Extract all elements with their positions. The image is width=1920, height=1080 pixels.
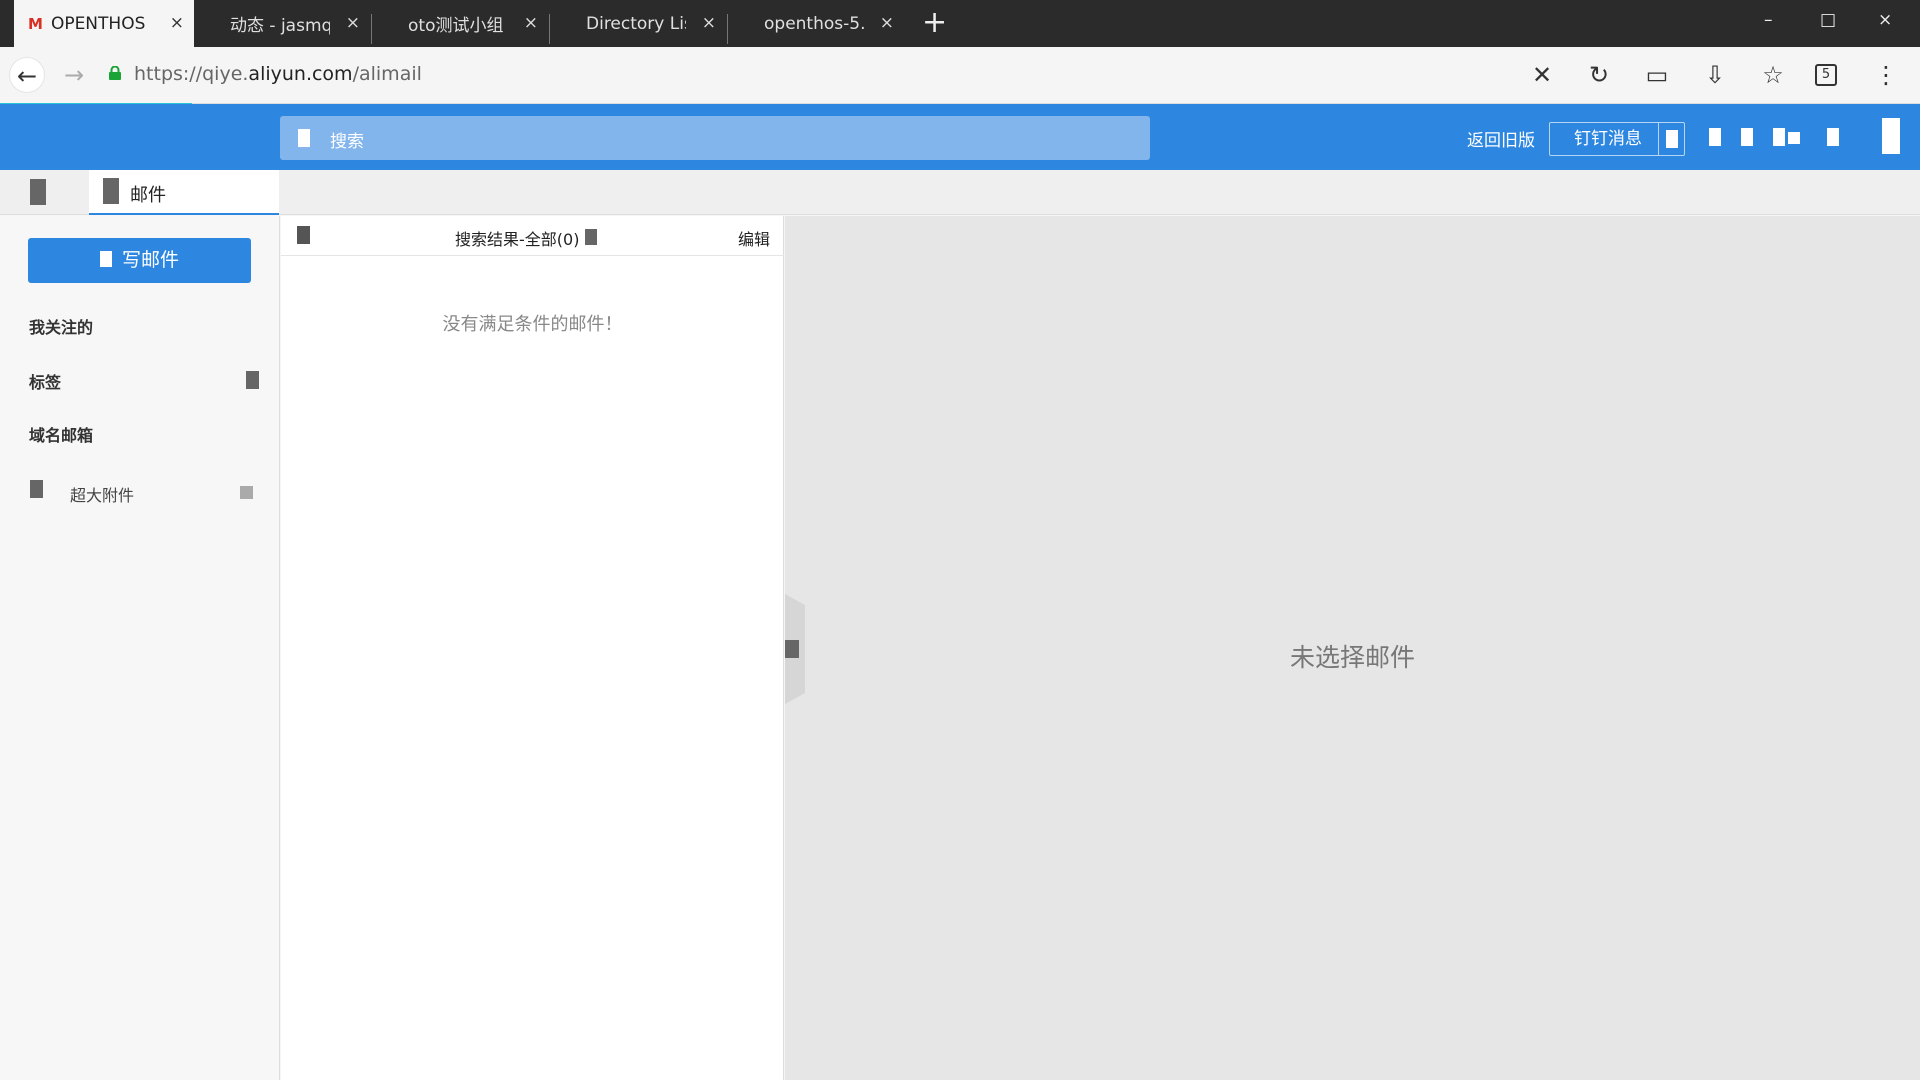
header-settings-icon[interactable] bbox=[1773, 128, 1785, 146]
user-avatar[interactable] bbox=[1882, 118, 1900, 154]
tab-title: openthos-5.1 bbox=[764, 13, 864, 34]
tab-count-icon[interactable]: 5 bbox=[1815, 64, 1837, 86]
add-tag-icon[interactable] bbox=[246, 371, 259, 389]
address-bar: ← → https://qiye.aliyun.com/alimail ✕ ↻ … bbox=[0, 47, 1920, 104]
attachment-icon bbox=[30, 480, 43, 498]
header-notification-icon[interactable] bbox=[1741, 128, 1753, 146]
mail-sidebar: 写邮件 我关注的 标签 域名邮箱 超大附件 bbox=[0, 216, 280, 1080]
minimize-icon[interactable]: – bbox=[1764, 10, 1773, 30]
sidebar-item-tags[interactable]: 标签 bbox=[29, 369, 61, 393]
reload-icon[interactable]: ↻ bbox=[1584, 61, 1614, 89]
dingtalk-label: 钉钉消息 bbox=[1574, 129, 1642, 149]
browser-tab-oto[interactable]: oto测试小组 × bbox=[394, 0, 548, 47]
maximize-icon[interactable]: □ bbox=[1820, 10, 1836, 30]
no-mail-selected-message: 未选择邮件 bbox=[1289, 643, 1415, 672]
dingtalk-dropdown[interactable] bbox=[1658, 123, 1684, 155]
cast-desktop-icon[interactable]: ▭ bbox=[1642, 61, 1672, 89]
app-tab-row: 邮件 bbox=[0, 170, 1920, 215]
back-arrow-icon[interactable]: ← bbox=[9, 57, 45, 93]
compose-icon bbox=[99, 251, 112, 267]
forward-arrow-icon[interactable]: → bbox=[56, 57, 92, 93]
browser-tab-openthos[interactable]: M OPENTHOS × bbox=[14, 0, 194, 47]
tab-close-icon[interactable]: × bbox=[524, 13, 538, 33]
back-to-old-version-link[interactable]: 返回旧版 bbox=[1467, 126, 1535, 151]
mail-list-header: 搜索结果-全部(0) 编辑 bbox=[281, 216, 784, 256]
lock-icon bbox=[109, 66, 121, 80]
window-close-icon[interactable]: × bbox=[1878, 10, 1892, 30]
url-domain: aliyun.com bbox=[248, 63, 353, 85]
tab-title: oto测试小组 bbox=[408, 16, 504, 36]
url-prefix: https://qiye. bbox=[134, 63, 249, 85]
url-field[interactable]: https://qiye.aliyun.com/alimail bbox=[134, 63, 422, 85]
tab-title: Directory Lis bbox=[586, 13, 686, 34]
download-icon[interactable]: ⇩ bbox=[1700, 61, 1730, 89]
tab-close-icon[interactable]: × bbox=[880, 13, 894, 33]
app-header: 搜索 返回旧版 钉钉消息 bbox=[0, 104, 1920, 170]
compose-button[interactable]: 写邮件 bbox=[28, 238, 251, 283]
browser-tab-directory[interactable]: Directory Lis × bbox=[572, 0, 726, 47]
sidebar-item-domain-mailbox[interactable]: 域名邮箱 bbox=[29, 422, 93, 446]
big-attachment-settings-icon[interactable] bbox=[240, 486, 253, 499]
tab-close-icon[interactable]: × bbox=[170, 13, 184, 33]
search-icon bbox=[298, 129, 310, 147]
dingtalk-message-button[interactable]: 钉钉消息 bbox=[1549, 122, 1685, 156]
url-path: /alimail bbox=[352, 63, 422, 85]
header-badge-icon bbox=[1788, 132, 1800, 144]
menu-icon[interactable]: ⋮ bbox=[1871, 61, 1901, 89]
stop-loading-icon[interactable]: ✕ bbox=[1527, 61, 1557, 89]
tab-separator bbox=[549, 14, 550, 44]
sidebar-item-following[interactable]: 我关注的 bbox=[29, 314, 93, 338]
reading-pane: 未选择邮件 bbox=[785, 216, 1920, 1080]
bookmark-star-icon[interactable]: ☆ bbox=[1758, 61, 1788, 89]
mail-list-panel: 搜索结果-全部(0) 编辑 没有满足条件的邮件！ bbox=[281, 216, 784, 1080]
empty-list-message: 没有满足条件的邮件！ bbox=[442, 314, 623, 335]
search-input[interactable]: 搜索 bbox=[280, 116, 1150, 160]
sidebar-item-big-attachment[interactable]: 超大附件 bbox=[70, 482, 134, 506]
tab-close-icon[interactable]: × bbox=[702, 13, 716, 33]
edit-button[interactable]: 编辑 bbox=[738, 226, 770, 250]
new-tab-button[interactable]: + bbox=[922, 6, 947, 40]
header-app-icon[interactable] bbox=[1709, 128, 1721, 146]
search-result-label: 搜索结果-全部(0) bbox=[455, 230, 580, 249]
dingtalk-icon bbox=[1666, 130, 1678, 148]
browser-tab-openthos51[interactable]: openthos-5.1 × bbox=[750, 0, 904, 47]
dropdown-icon bbox=[585, 229, 598, 245]
mail-tab[interactable]: 邮件 bbox=[89, 170, 279, 215]
tab-separator bbox=[727, 14, 728, 44]
tab-title: 动态 - jasmq bbox=[230, 16, 330, 36]
tab-title: OPENTHOS bbox=[50, 13, 146, 34]
search-result-title[interactable]: 搜索结果-全部(0) bbox=[455, 226, 598, 250]
search-placeholder: 搜索 bbox=[330, 132, 364, 152]
mail-tab-label: 邮件 bbox=[130, 185, 166, 206]
browser-tab-strip: M OPENTHOS × 动态 - jasmq × oto测试小组 × Dire… bbox=[0, 0, 1920, 47]
tab-separator bbox=[371, 14, 372, 44]
gmail-favicon-icon: M bbox=[28, 14, 43, 33]
compose-label: 写邮件 bbox=[121, 249, 179, 271]
home-tab[interactable] bbox=[0, 170, 89, 215]
browser-tab-dongtai[interactable]: 动态 - jasmq × bbox=[216, 0, 370, 47]
mail-icon bbox=[103, 178, 119, 204]
home-icon bbox=[30, 179, 46, 205]
select-all-checkbox[interactable] bbox=[297, 226, 310, 244]
header-help-icon[interactable] bbox=[1827, 128, 1839, 146]
tab-close-icon[interactable]: × bbox=[346, 13, 360, 33]
